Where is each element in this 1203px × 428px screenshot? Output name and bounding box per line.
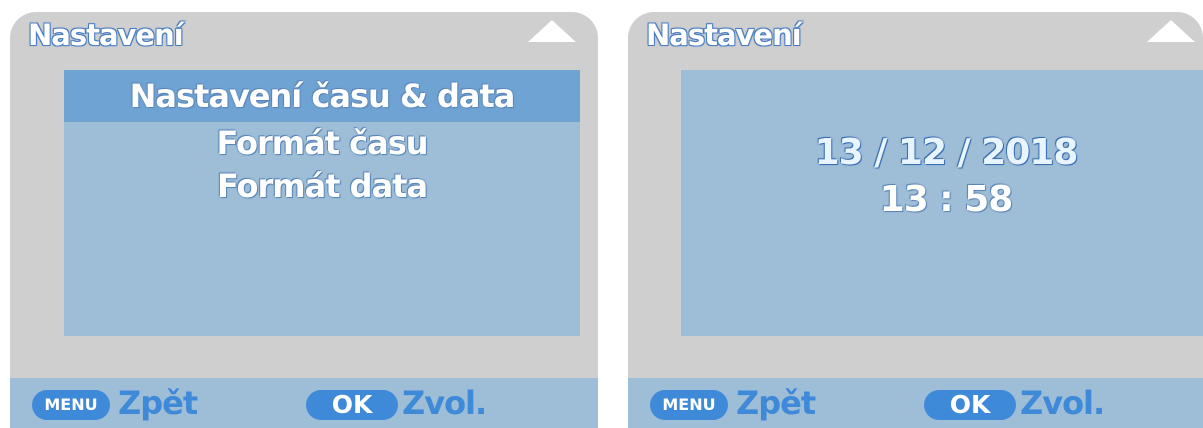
datetime-display: 13 / 12 / 2018 13 : 58 <box>681 70 1203 336</box>
panel-title: Nastavení <box>28 18 184 52</box>
menu-item-time-format[interactable]: Formát času <box>64 122 580 165</box>
menu-item-time-date-settings[interactable]: Nastavení času & data <box>64 70 580 122</box>
settings-panel-datetime: Nastavení 13 / 12 / 2018 13 : 58 MENU Zp… <box>628 12 1203 428</box>
settings-panel-menu: Nastavení Nastavení času & data Formát č… <box>10 12 598 428</box>
back-label: Zpět <box>118 384 198 422</box>
date-value[interactable]: 13 / 12 / 2018 <box>681 132 1203 173</box>
select-label: Zvol. <box>1020 384 1105 422</box>
triangle-up-icon[interactable] <box>1145 14 1197 44</box>
menu-list: Nastavení času & data Formát času Formát… <box>64 70 580 336</box>
ok-button[interactable]: OK <box>306 390 398 420</box>
select-label: Zvol. <box>402 384 487 422</box>
back-label: Zpět <box>736 384 816 422</box>
menu-item-date-format[interactable]: Formát data <box>64 165 580 208</box>
footer-bar: MENU Zpět OK Zvol. <box>10 378 598 428</box>
triangle-up-icon[interactable] <box>526 14 578 44</box>
panel-title: Nastavení <box>646 18 802 52</box>
time-value[interactable]: 13 : 58 <box>681 179 1203 220</box>
menu-button[interactable]: MENU <box>650 390 728 420</box>
ok-button[interactable]: OK <box>924 390 1016 420</box>
menu-button[interactable]: MENU <box>32 390 110 420</box>
footer-bar: MENU Zpět OK Zvol. <box>628 378 1203 428</box>
